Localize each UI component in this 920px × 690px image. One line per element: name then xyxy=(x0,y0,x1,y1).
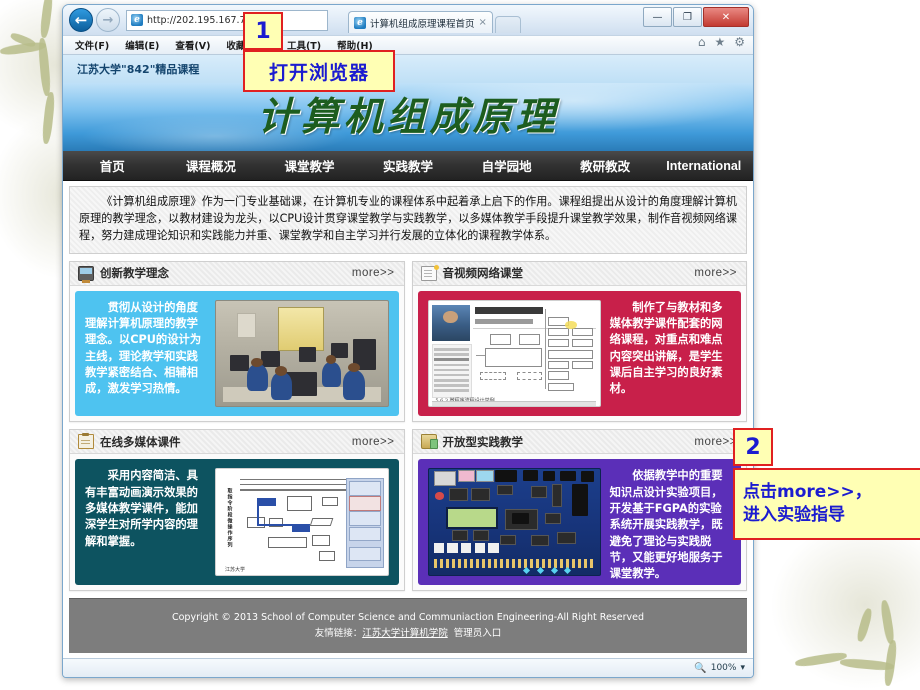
clipboard-icon xyxy=(78,433,94,450)
nav-item-international[interactable]: International xyxy=(654,159,753,173)
tab-close-icon[interactable]: × xyxy=(479,17,487,28)
card-title: 音视频网络课堂 xyxy=(442,266,524,281)
callout-text-2-line2: 进入实验指导 xyxy=(743,505,845,525)
zoom-level: 100% xyxy=(710,663,737,673)
card-header: 开放型实践教学 more>> xyxy=(412,430,746,455)
monitor-icon xyxy=(78,265,94,283)
tab-course-home[interactable]: e 计算机组成原理课程首页 × xyxy=(348,11,493,33)
nav-item-overview[interactable]: 课程概况 xyxy=(162,156,261,175)
cards-grid: 创新教学理念 more>> 贯彻从设计的角度理解计算机原理的教学理念。以CPU的… xyxy=(63,254,753,591)
callout-number-2: 2 xyxy=(733,428,773,466)
browser-chrome: — ❐ ✕ ← → e http://202.195.167.7/zcyl/ e… xyxy=(63,5,753,49)
more-link[interactable]: more>> xyxy=(694,267,737,279)
nav-item-classroom[interactable]: 课堂教学 xyxy=(260,156,359,175)
bg-vine xyxy=(9,31,37,49)
card-title: 创新教学理念 xyxy=(100,266,169,281)
fpga-board-photo[interactable] xyxy=(427,468,601,576)
bg-vine xyxy=(855,607,874,643)
callout-number-1: 1 xyxy=(243,12,283,50)
zoom-dropdown-icon[interactable]: ▾ xyxy=(740,663,745,673)
card-text: 采用内容简洁、具有丰富动画演示效果的多媒体教学课件，能加深学生对所学内容的理解和… xyxy=(85,469,198,548)
callout-text-1: 打开浏览器 xyxy=(243,50,395,92)
bg-vine xyxy=(37,37,52,97)
card-body: 5.6.3 微程序流程设计举例 制作了与教材和多媒体教学课件配套的网络课程，对重… xyxy=(417,290,741,417)
card-body: 依据教学中的重要知识点设计实验项目，开发基于FGPA的实验系统开展实践教学，既避… xyxy=(417,459,741,585)
bg-vine xyxy=(0,40,47,57)
ie-logo-icon: e xyxy=(131,14,143,26)
callout-text-2-line1: 点击more>>， xyxy=(743,482,872,503)
bg-blob xyxy=(770,520,920,690)
site-navigation: 首页 课程概况 课堂教学 实践教学 自学园地 教研教改 Internationa… xyxy=(63,151,753,181)
tab-label: 计算机组成原理课程首页 xyxy=(370,18,475,30)
nav-item-home[interactable]: 首页 xyxy=(63,156,162,175)
card-body: 采用内容简洁、具有丰富动画演示效果的多媒体教学课件，能加深学生对所学内容的理解和… xyxy=(75,459,399,585)
nav-item-self-study[interactable]: 自学园地 xyxy=(457,156,556,175)
card-open-practice-teaching: 开放型实践教学 more>> 依据教学中的重要知识点设计实验项目，开发基于FGP… xyxy=(411,429,747,591)
bg-vine xyxy=(883,639,898,687)
card-header: 创新教学理念 more>> xyxy=(70,261,404,286)
back-icon[interactable]: ← xyxy=(69,8,93,32)
home-icon[interactable]: ⌂ xyxy=(698,35,706,49)
banner-title: 计算机组成原理 xyxy=(257,94,559,140)
status-bar: 🔍 100% ▾ xyxy=(63,658,753,677)
card-text: 依据教学中的重要知识点设计实验项目，开发基于FGPA的实验系统开展实践教学，既避… xyxy=(609,469,723,581)
card-body: 贯彻从设计的角度理解计算机原理的教学理念。以CPU的设计为主线，理论教学和实践教… xyxy=(75,290,399,417)
nav-item-research[interactable]: 教研教改 xyxy=(556,156,655,175)
favorites-icon[interactable]: ★ xyxy=(714,35,725,49)
forward-icon[interactable]: → xyxy=(96,8,120,32)
site-top-label: 江苏大学"842"精品课程 xyxy=(63,55,753,83)
menu-bar: 文件(F) 编辑(E) 查看(V) 收藏夹(A) 工具(T) 帮助(H) xyxy=(63,35,753,55)
footer-link-admin[interactable]: 管理员入口 xyxy=(454,628,502,639)
diagram-vertical-title: 取指令阶段微操作序列 xyxy=(226,488,233,549)
site-banner: 计算机组成原理 xyxy=(63,83,753,151)
card-title: 开放型实践教学 xyxy=(442,434,524,449)
web-page: 江苏大学"842"精品课程 计算机组成原理 首页 课程概况 课堂教学 实践教学 … xyxy=(63,55,753,658)
bg-vine xyxy=(839,657,895,672)
courseware-diagram[interactable]: 取指令阶段微操作序列 江苏大学 xyxy=(215,468,389,576)
nav-item-practice[interactable]: 实践教学 xyxy=(359,156,458,175)
card-multimedia-courseware: 在线多媒体课件 more>> 采用内容简洁、具有丰富动画演示效果的多媒体教学课件… xyxy=(69,429,405,591)
bg-vine xyxy=(41,91,56,145)
card-header: 音视频网络课堂 more>> xyxy=(412,261,746,286)
new-tab-button[interactable] xyxy=(494,16,521,33)
site-footer: Copyright © 2013 School of Computer Scie… xyxy=(69,597,747,653)
card-innovative-teaching: 创新教学理念 more>> 贯彻从设计的角度理解计算机原理的教学理念。以CPU的… xyxy=(69,260,405,423)
bg-vine xyxy=(39,0,54,39)
card-video-classroom: 音视频网络课堂 more>> 制作了与教材和多媒体教学课件配套的网络课程，对重点… xyxy=(411,260,747,423)
folder-icon xyxy=(420,434,438,450)
course-intro-text: 《计算机组成原理》作为一门专业基础课，在计算机专业的课程体系中起着承上启下的作用… xyxy=(69,186,747,254)
settings-gear-icon[interactable]: ⚙ xyxy=(734,35,745,49)
tab-favicon-icon: e xyxy=(354,16,366,29)
footer-links: 友情链接：江苏大学计算机学院 管理员入口 xyxy=(69,626,747,642)
computer-lab-photo[interactable] xyxy=(215,299,389,408)
card-title: 在线多媒体课件 xyxy=(100,434,181,449)
card-header: 在线多媒体课件 more>> xyxy=(70,430,404,455)
callout-text-2: 点击more>>， 进入实验指导 xyxy=(733,468,920,540)
card-text: 贯彻从设计的角度理解计算机原理的教学理念。以CPU的设计为主线，理论教学和实践教… xyxy=(85,300,202,396)
more-link[interactable]: more>> xyxy=(352,267,395,279)
bg-vine xyxy=(879,599,896,645)
more-link[interactable]: more>> xyxy=(694,436,737,448)
zoom-magnifier-icon[interactable]: 🔍 xyxy=(694,663,706,674)
footer-link-school[interactable]: 江苏大学计算机学院 xyxy=(362,628,448,639)
chrome-toolbar-icons: ⌂ ★ ⚙ xyxy=(698,35,745,49)
menu-item-view[interactable]: 查看(V) xyxy=(175,38,210,52)
card-text: 制作了与教材和多媒体教学课件配套的网络课程，对重点和难点内容突出讲解，是学生课后… xyxy=(609,300,723,396)
menu-item-edit[interactable]: 编辑(E) xyxy=(125,38,159,52)
footer-copyright: Copyright © 2013 School of Computer Scie… xyxy=(171,611,645,623)
navigation-row: ← → e http://202.195.167.7/zcyl/ e 计算机组成… xyxy=(63,7,753,33)
more-link[interactable]: more>> xyxy=(352,436,395,448)
footer-links-label: 友情链接： xyxy=(314,627,363,639)
browser-window: — ❐ ✕ ← → e http://202.195.167.7/zcyl/ e… xyxy=(62,4,754,678)
bg-vine xyxy=(794,650,848,669)
menu-item-file[interactable]: 文件(F) xyxy=(75,38,109,52)
book-icon xyxy=(420,264,439,281)
video-lecture-screenshot[interactable]: 5.6.3 微程序流程设计举例 xyxy=(427,299,601,408)
tab-strip: e 计算机组成原理课程首页 × xyxy=(348,11,673,33)
address-bar[interactable]: e http://202.195.167.7/zcyl/ xyxy=(126,9,328,31)
